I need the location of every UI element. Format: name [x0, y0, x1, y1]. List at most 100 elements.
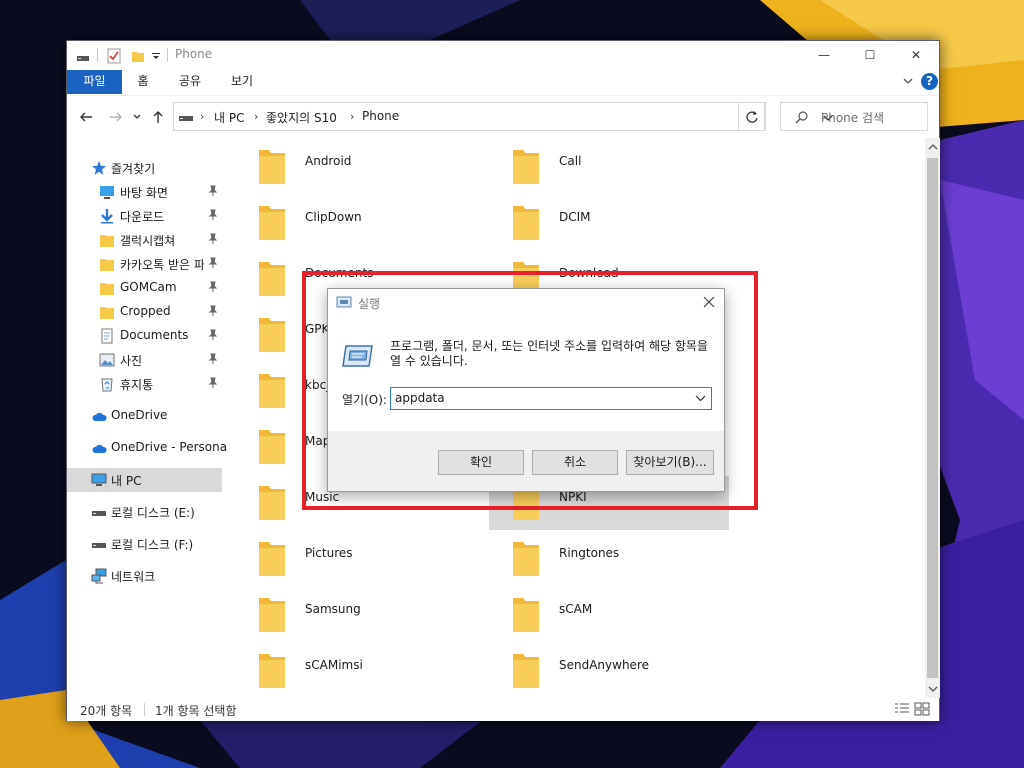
close-button[interactable]: ✕	[893, 41, 939, 69]
pin-icon[interactable]	[207, 305, 219, 317]
sidebar-item-kakaotalk[interactable]: 카카오톡 받은 파	[67, 252, 222, 276]
recent-locations-button[interactable]	[131, 108, 143, 126]
sidebar-item-downloads[interactable]: 다운로드	[67, 204, 222, 228]
folder-icon	[100, 283, 114, 295]
sidebar-item-drive-f[interactable]: 로컬 디스크 (F:)	[67, 532, 222, 556]
network-icon	[91, 568, 107, 584]
large-icons-view-icon[interactable]	[914, 702, 930, 716]
folder-name: Ringtones	[559, 546, 620, 560]
browse-button[interactable]: 찾아보기(B)...	[626, 450, 714, 475]
sidebar-item-pictures[interactable]: 사진	[67, 348, 222, 372]
pin-icon[interactable]	[207, 209, 219, 221]
pin-icon[interactable]	[207, 329, 219, 341]
refresh-button[interactable]	[738, 102, 766, 131]
vertical-scrollbar[interactable]	[925, 138, 940, 698]
documents-icon	[101, 328, 113, 344]
breadcrumb-this-pc[interactable]: 내 PC	[214, 109, 244, 126]
navigation-bar: › 내 PC › 좋았지의 S10 › Phone Phone 검색	[67, 95, 939, 137]
back-button[interactable]	[77, 108, 95, 126]
maximize-button[interactable]: ☐	[847, 41, 893, 69]
sidebar-item-this-pc[interactable]: 내 PC	[67, 468, 222, 492]
sidebar-item-label: 갤럭시캡쳐	[120, 234, 176, 248]
breadcrumb-phone[interactable]: Phone	[362, 109, 399, 123]
sidebar-item-network[interactable]: 네트워크	[67, 564, 222, 588]
desktop-icon	[100, 186, 114, 199]
search-input[interactable]: Phone 검색	[780, 102, 928, 131]
pin-icon[interactable]	[207, 281, 219, 293]
customize-toolbar-icon[interactable]	[151, 48, 161, 64]
chevron-right-icon: ›	[200, 110, 205, 123]
help-icon[interactable]: ?	[921, 73, 938, 90]
folder-icon	[513, 150, 539, 184]
ok-button[interactable]: 확인	[438, 450, 524, 475]
close-icon[interactable]	[702, 295, 716, 309]
folder-item[interactable]: Pictures	[235, 532, 475, 586]
sidebar-item-recycle-bin[interactable]: 휴지통	[67, 372, 222, 396]
scroll-up-icon[interactable]	[928, 142, 938, 152]
pin-icon[interactable]	[207, 353, 219, 365]
chevron-down-icon[interactable]	[695, 394, 706, 403]
open-input-value[interactable]: appdata	[395, 391, 445, 405]
folder-item[interactable]: Android	[235, 140, 475, 194]
folder-item[interactable]: Samsung	[235, 588, 475, 642]
folder-icon	[100, 307, 114, 319]
folder-item[interactable]: SendAnywhere	[489, 644, 729, 698]
sidebar-item-cropped[interactable]: Cropped	[67, 300, 222, 324]
folder-icon	[259, 598, 285, 632]
properties-icon[interactable]	[107, 48, 121, 64]
folder-item[interactable]: sCAMimsi	[235, 644, 475, 698]
sidebar-item-drive-e[interactable]: 로컬 디스크 (E:)	[67, 500, 222, 524]
scrollbar-thumb[interactable]	[927, 158, 938, 678]
sidebar-item-documents[interactable]: Documents	[67, 324, 222, 348]
tab-home[interactable]: 홈	[131, 70, 155, 94]
tab-share[interactable]: 공유	[175, 70, 205, 94]
sidebar-item-label: 카카오톡 받은 파	[120, 258, 204, 272]
arrow-right-icon	[110, 112, 122, 122]
open-label: 열기(O):	[342, 393, 387, 407]
folder-item[interactable]: ClipDown	[235, 196, 475, 250]
folder-icon	[100, 235, 114, 247]
folder-name: Call	[559, 154, 582, 168]
folder-icon	[259, 374, 285, 408]
new-folder-icon[interactable]	[131, 48, 145, 64]
folder-item[interactable]: sCAM	[489, 588, 729, 642]
folder-name: DCIM	[559, 210, 591, 224]
ribbon-expand-icon[interactable]	[901, 74, 915, 88]
sidebar-item-label: 즐겨찾기	[111, 162, 156, 176]
sidebar-item-quick-access[interactable]: 즐겨찾기	[67, 156, 222, 180]
forward-button[interactable]	[107, 108, 125, 126]
folder-item[interactable]: DCIM	[489, 196, 729, 250]
breadcrumb-device[interactable]: 좋았지의 S10	[266, 109, 337, 126]
recycle-bin-icon	[101, 378, 113, 392]
cancel-button[interactable]: 취소	[532, 450, 618, 475]
scroll-down-icon[interactable]	[928, 684, 938, 694]
sidebar-item-label: 휴지통	[120, 378, 154, 392]
pin-icon[interactable]	[207, 185, 219, 197]
tab-file[interactable]: 파일	[67, 70, 122, 94]
selected-count: 1개 항목 선택함	[155, 704, 237, 718]
address-bar[interactable]: › 내 PC › 좋았지의 S10 › Phone	[173, 102, 833, 131]
sidebar-item-gomcam[interactable]: GOMCam	[67, 276, 222, 300]
chevron-down-icon	[133, 114, 141, 119]
folder-item[interactable]: Call	[489, 140, 729, 194]
sidebar-item-onedrive[interactable]: OneDrive	[67, 404, 222, 428]
folder-item[interactable]: Ringtones	[489, 532, 729, 586]
pin-icon[interactable]	[207, 233, 219, 245]
folder-icon	[259, 206, 285, 240]
open-combobox[interactable]: appdata	[390, 387, 712, 410]
drive-icon	[179, 116, 193, 121]
pin-icon[interactable]	[207, 257, 219, 269]
sidebar-item-desktop[interactable]: 바탕 화면	[67, 180, 222, 204]
sidebar-item-galaxy-capture[interactable]: 갤럭시캡쳐	[67, 228, 222, 252]
sidebar-item-label: 바탕 화면	[120, 186, 168, 200]
sidebar-item-onedrive-personal[interactable]: OneDrive - Personal	[67, 436, 230, 460]
pin-icon[interactable]	[207, 377, 219, 389]
details-view-icon[interactable]	[894, 702, 910, 716]
minimize-button[interactable]: —	[801, 41, 847, 69]
item-count: 20개 항목	[80, 704, 133, 718]
folder-name: Android	[305, 154, 352, 168]
tab-view[interactable]: 보기	[227, 70, 257, 94]
up-button[interactable]	[149, 108, 167, 126]
folder-icon	[259, 262, 285, 296]
cloud-icon	[92, 412, 107, 421]
